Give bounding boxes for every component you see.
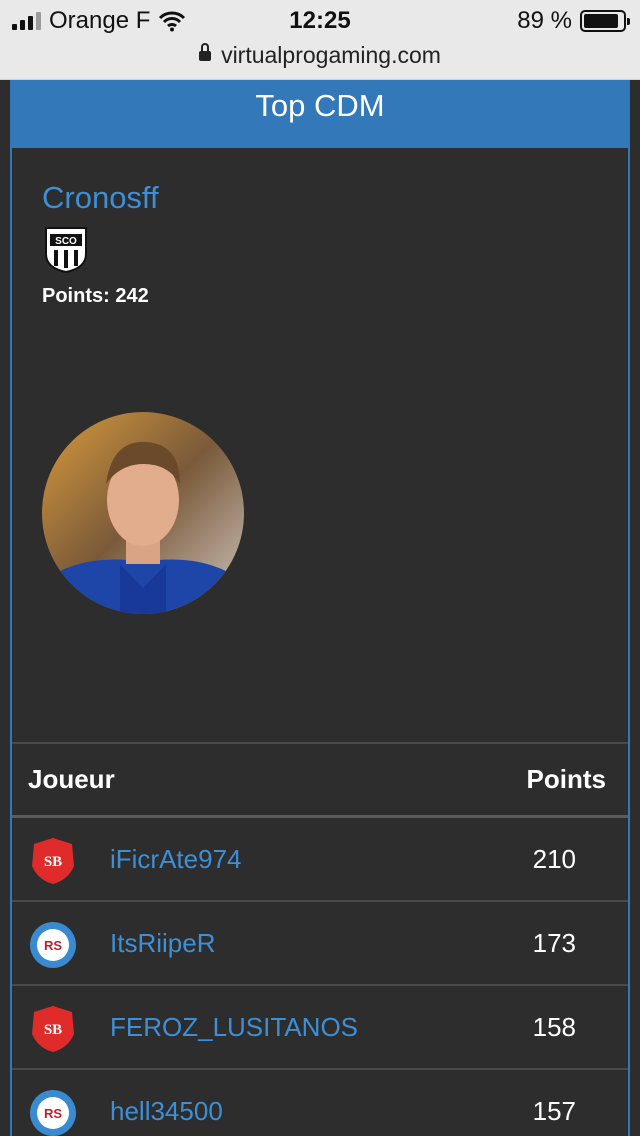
- lock-icon: [199, 43, 212, 65]
- player-points: 173: [532, 927, 576, 958]
- angers-sco-crest-icon: SCO: [45, 227, 87, 274]
- player-name-link[interactable]: hell34500: [110, 1096, 223, 1127]
- header-player: Joueur: [28, 764, 115, 794]
- table-row: SB FEROZ_LUSITANOS 158: [12, 986, 628, 1070]
- header-points: Points: [526, 764, 606, 794]
- rc-strasbourg-logo-icon: RS: [30, 922, 76, 968]
- address-bar[interactable]: virtualprogaming.com: [0, 40, 640, 70]
- svg-text:RS: RS: [44, 938, 62, 953]
- svg-text:SB: SB: [44, 1022, 62, 1038]
- player-name-link[interactable]: ItsRiipeR: [110, 928, 215, 959]
- status-bar: Orange F 12:25 89 % virtualprogaming.com: [0, 0, 640, 80]
- player-name-link[interactable]: iFicrAte974: [110, 844, 242, 875]
- battery-fill: [584, 14, 618, 28]
- svg-text:SCO: SCO: [55, 236, 77, 247]
- rc-strasbourg-logo-icon: RS: [30, 1090, 76, 1136]
- top-cdm-panel: Top CDM Cronosff SCO Points: 242 Joueur …: [10, 80, 630, 1136]
- svg-text:SB: SB: [44, 854, 62, 870]
- player-points: 210: [532, 843, 576, 874]
- table-header: Joueur Points: [12, 742, 628, 818]
- table-row: SB iFicrAte974 210: [12, 818, 628, 902]
- url-text: virtualprogaming.com: [221, 41, 441, 68]
- table-row: RS hell34500 157: [12, 1070, 628, 1136]
- player-name-link[interactable]: FEROZ_LUSITANOS: [110, 1012, 358, 1043]
- battery-percent: 89 %: [517, 7, 572, 34]
- player-points: 158: [532, 1011, 576, 1042]
- player-photo-avatar: [42, 412, 244, 614]
- stade-brestois-logo-icon: SB: [32, 1006, 74, 1052]
- featured-points-label: Points:: [42, 285, 110, 307]
- featured-points: Points: 242: [42, 285, 159, 308]
- ranking-table: Joueur Points SB iFicrAte974 210 RS ItsR…: [12, 742, 628, 1136]
- panel-title: Top CDM: [10, 80, 630, 148]
- featured-player: Cronosff SCO Points: 242: [42, 180, 159, 308]
- player-points: 157: [532, 1095, 576, 1126]
- status-right: 89 %: [517, 7, 630, 34]
- svg-text:RS: RS: [44, 1106, 62, 1121]
- table-row: RS ItsRiipeR 173: [12, 902, 628, 986]
- battery-icon: [580, 10, 630, 32]
- featured-player-name[interactable]: Cronosff: [42, 180, 159, 216]
- featured-points-value: 242: [115, 285, 149, 307]
- stade-brestois-logo-icon: SB: [32, 838, 74, 884]
